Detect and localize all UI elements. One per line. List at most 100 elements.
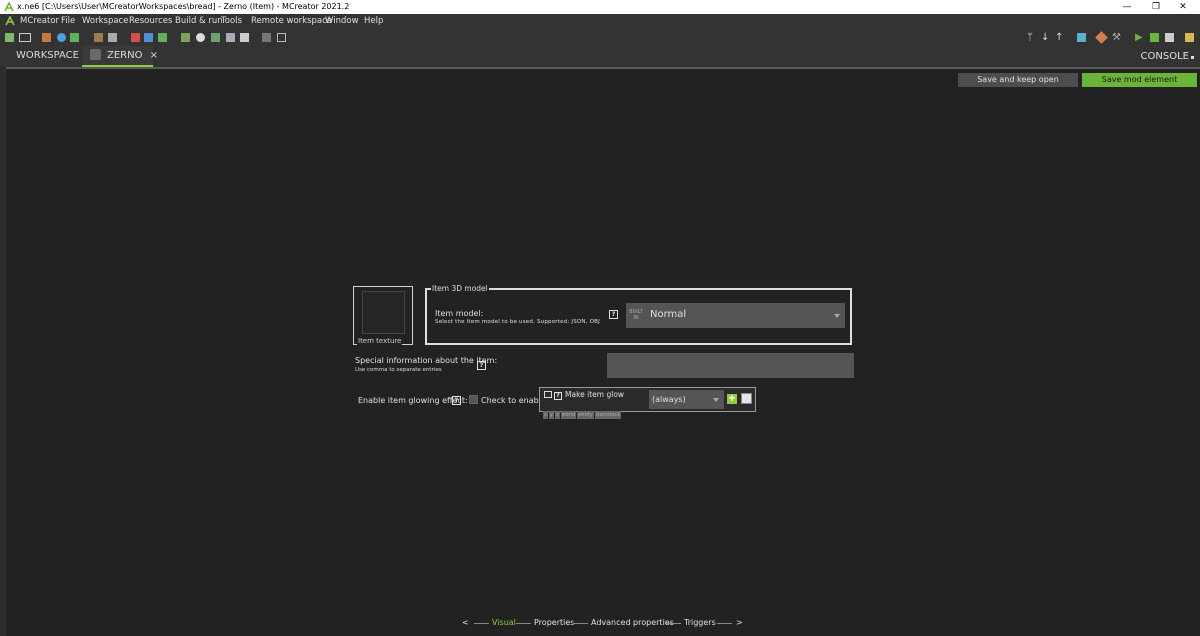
console-button[interactable]: CONSOLE	[1141, 46, 1194, 67]
close-window-button[interactable]: ✕	[1166, 0, 1200, 14]
run-server-icon[interactable]	[1150, 33, 1159, 42]
structure-icon[interactable]	[70, 33, 79, 42]
paint-icon[interactable]	[196, 33, 205, 42]
procedure-icon	[544, 391, 552, 398]
menu-window[interactable]: Window	[325, 14, 359, 29]
edit-procedure-button[interactable]	[741, 393, 752, 404]
nav-next-button[interactable]: >	[736, 618, 743, 628]
image-editor-icon[interactable]	[42, 33, 51, 42]
glow-procedure-selector: ? Make item glow x y z world entity itemstack …	[539, 387, 756, 419]
export-jar-icon[interactable]	[1185, 33, 1194, 42]
nav-properties[interactable]: Properties	[534, 618, 574, 628]
menu-bar: MCreator File Workspace Resources Build …	[0, 14, 1200, 29]
item-model-select[interactable]: BUILT IN Normal	[626, 303, 845, 328]
sound-icon[interactable]	[57, 33, 66, 42]
chevron-down-icon	[713, 398, 719, 402]
git-branch-icon[interactable]: ᛘ	[1027, 32, 1033, 43]
model-icon[interactable]	[94, 33, 103, 42]
add-procedure-button[interactable]: +	[727, 394, 737, 404]
export-icon[interactable]	[1077, 33, 1086, 42]
tab-zerno[interactable]: ZERNO ×	[82, 46, 158, 67]
dep-x: x	[543, 411, 548, 419]
item-texture-label: Item texture	[357, 337, 403, 346]
brush-icon[interactable]	[226, 33, 235, 42]
pull-icon[interactable]: ↓	[1041, 32, 1049, 43]
nav-line	[516, 623, 531, 624]
glow-checkbox-label: Check to enable	[481, 396, 546, 405]
window-title: x.ne6 [C:\Users\User\MCreatorWorkspaces\…	[17, 2, 350, 11]
glow-help-icon[interactable]: ?	[452, 396, 461, 405]
screen-icon[interactable]	[262, 33, 271, 42]
gear-icon[interactable]	[211, 33, 220, 42]
toolbar: ᛘ ↓ ↑ ⚒ ▶	[0, 29, 1200, 46]
workspace-settings-icon[interactable]	[5, 33, 14, 42]
nav-triggers[interactable]: Triggers	[684, 618, 716, 628]
dep-world: world	[560, 411, 577, 419]
nav-prev-button[interactable]: <	[462, 618, 469, 628]
close-tab-icon[interactable]: ×	[150, 50, 158, 61]
wand-icon[interactable]	[181, 33, 190, 42]
procedure-title: ? Make item glow	[544, 390, 624, 400]
item-model-value: Normal	[650, 309, 687, 320]
tab-underline	[6, 67, 1200, 69]
tab-workspace[interactable]: WORKSPACE	[8, 46, 87, 67]
nav-visual[interactable]: Visual	[492, 618, 516, 628]
item-model-label: Item model:	[435, 309, 484, 318]
tab-zerno-label: ZERNO	[107, 50, 143, 61]
push-icon[interactable]: ↑	[1055, 32, 1063, 43]
special-info-help-icon[interactable]: ?	[477, 361, 486, 370]
procedure-value: (always)	[652, 395, 686, 404]
open-folder-icon[interactable]	[19, 33, 31, 42]
chevron-down-icon	[834, 314, 840, 318]
nav-advanced-properties[interactable]: Advanced properties	[591, 618, 674, 628]
tab-bar: WORKSPACE ZERNO × CONSOLE	[0, 46, 1200, 67]
save-keep-open-button[interactable]: Save and keep open	[958, 73, 1078, 87]
tools-green-icon[interactable]	[158, 33, 167, 42]
animation-icon[interactable]	[108, 33, 117, 42]
menu-mcreator[interactable]: MCreator	[20, 14, 59, 29]
run-client-icon[interactable]: ▶	[1135, 32, 1143, 43]
dep-z: z	[554, 411, 560, 419]
procedure-dependencies: x y z world entity itemstack	[543, 401, 622, 420]
dep-itemstack: itemstack	[594, 411, 622, 419]
console-label: CONSOLE	[1140, 51, 1189, 62]
built-in-badge: BUILT IN	[629, 309, 643, 321]
menu-file[interactable]: File	[61, 14, 75, 29]
mcreator-logo-icon	[4, 2, 14, 12]
save-mod-element-button[interactable]: Save mod element	[1082, 73, 1197, 87]
nav-line	[573, 623, 588, 624]
tools-blue-icon[interactable]	[144, 33, 153, 42]
special-info-hint: Use comma to separate entries	[355, 367, 442, 373]
item-texture-box: Item texture	[353, 286, 413, 346]
console-indicator-icon	[1191, 56, 1194, 59]
nav-line	[474, 623, 489, 624]
special-info-input[interactable]	[607, 353, 854, 378]
item-model-hint: Select the item model to be used. Suppor…	[435, 319, 600, 325]
item-3d-model-group: Item 3D model Item model: Select the ite…	[425, 284, 852, 345]
menu-build-run[interactable]: Build & run	[175, 14, 223, 29]
menu-tools[interactable]: Tools	[221, 14, 242, 29]
tools-red-icon[interactable]	[131, 33, 140, 42]
item-3d-model-title: Item 3D model	[431, 284, 489, 294]
menu-help[interactable]: Help	[364, 14, 383, 29]
left-edge-strip	[0, 67, 6, 636]
special-info-label: Special information about the item:	[355, 356, 498, 365]
procedure-select[interactable]: (always)	[649, 390, 724, 409]
glow-checkbox[interactable]	[469, 395, 478, 404]
procedure-help-icon[interactable]: ?	[554, 392, 562, 400]
title-bar: x.ne6 [C:\Users\User\MCreatorWorkspaces\…	[0, 0, 1200, 14]
nav-line	[666, 623, 681, 624]
menu-resources[interactable]: Resources	[129, 14, 172, 29]
bucket-icon[interactable]	[240, 33, 249, 42]
mcreator-menu-logo-icon	[5, 16, 15, 26]
link-icon[interactable]	[277, 33, 286, 42]
procedure-title-text: Make item glow	[565, 390, 625, 399]
hammer-icon[interactable]: ⚒	[1112, 32, 1121, 43]
dep-y: y	[548, 411, 554, 419]
menu-remote-workspace[interactable]: Remote workspace	[251, 14, 332, 29]
menu-workspace[interactable]: Workspace	[82, 14, 128, 29]
build-icon[interactable]	[1095, 31, 1108, 44]
item-texture-slot[interactable]	[362, 291, 405, 334]
stop-icon[interactable]	[1165, 33, 1174, 42]
item-model-help-icon[interactable]: ?	[609, 310, 618, 319]
